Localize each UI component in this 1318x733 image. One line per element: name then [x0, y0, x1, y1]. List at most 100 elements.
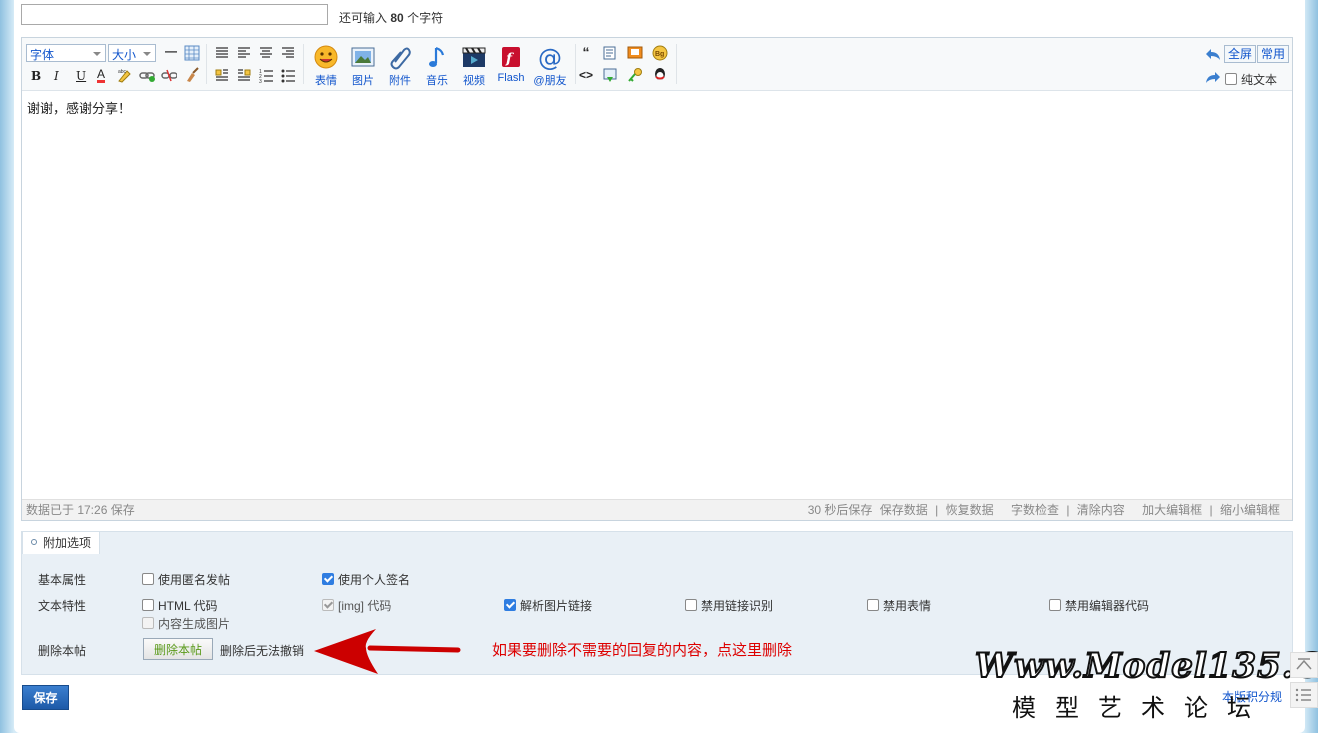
image-icon [351, 47, 375, 67]
clear-format-icon[interactable] [184, 67, 200, 83]
html-code-option[interactable]: HTML 代码 [142, 597, 218, 614]
common-mode-button[interactable]: 常用 [1257, 45, 1290, 63]
extra-options-tab-label: 附加选项 [43, 536, 92, 550]
attachment-label: 附件 [389, 75, 411, 87]
qq-icon[interactable] [652, 67, 668, 83]
code-button[interactable]: <> [579, 68, 593, 82]
html-code-label: HTML 代码 [158, 599, 218, 613]
plaintext-label: 纯文本 [1241, 73, 1278, 87]
at-icon: @ [538, 44, 562, 70]
font-size-select[interactable]: 大小 [108, 44, 156, 62]
italic-button[interactable]: I [54, 69, 59, 83]
char-remaining: 还可输入 80 个字符 [339, 11, 444, 25]
attachment-button[interactable]: 附件 [382, 44, 418, 88]
anonymous-option[interactable]: 使用匿名发帖 [142, 571, 230, 588]
align-left-icon[interactable] [236, 45, 252, 61]
img-code-label: [img] 代码 [338, 599, 392, 613]
back-to-top-button[interactable] [1290, 652, 1318, 678]
toolbar-separator [575, 44, 576, 84]
saved-status: 数据已于 17:26 保存 [26, 503, 135, 517]
align-right-icon[interactable] [280, 45, 296, 61]
align-justify-icon[interactable] [214, 45, 230, 61]
plaintext-toggle[interactable]: 纯文本 [1225, 71, 1277, 88]
disable-editor-code-label: 禁用编辑器代码 [1065, 599, 1150, 613]
slideshow-icon[interactable] [627, 45, 643, 61]
signature-label: 使用个人签名 [338, 573, 411, 587]
word-check-link[interactable]: 字数检查 [1011, 503, 1059, 517]
toolbar-separator [206, 44, 207, 84]
bold-button[interactable]: B [31, 69, 41, 83]
video-button[interactable]: 视频 [456, 44, 492, 88]
anonymous-label: 使用匿名发帖 [158, 573, 231, 587]
disable-smiley-label: 禁用表情 [883, 599, 932, 613]
statusbar-actions: 30 秒后保存 保存数据 | 恢复数据 字数检查 | 清除内容 加大编辑框 | … [804, 500, 1280, 520]
restore-data-link[interactable]: 恢复数据 [946, 503, 994, 517]
flash-label: Flash [497, 72, 525, 84]
clear-content-link[interactable]: 清除内容 [1077, 503, 1125, 517]
editor: 字体 大小 — B I U A abc 123 表情 图片 附件 音乐 视频 f… [21, 37, 1293, 521]
svg-text:Bg: Bg [655, 51, 664, 58]
float-right-icon[interactable] [236, 67, 252, 83]
font-family-select[interactable]: 字体 [26, 44, 106, 62]
basic-attributes-label: 基本属性 [38, 573, 87, 587]
redo-icon[interactable] [1205, 69, 1221, 85]
hide-content-icon[interactable] [602, 67, 618, 83]
html-code-checkbox[interactable] [142, 599, 154, 611]
list-icon [1295, 688, 1311, 702]
signature-checkbox[interactable] [322, 573, 334, 585]
password-key-icon[interactable] [627, 67, 643, 83]
music-label: 音乐 [426, 75, 448, 87]
table-icon[interactable] [184, 45, 200, 61]
unlink-icon[interactable] [161, 67, 177, 83]
disable-link-checkbox[interactable] [685, 599, 697, 611]
music-note-icon [429, 46, 445, 67]
mention-button[interactable]: @ @朋友 [530, 44, 570, 88]
smiley-button[interactable]: 表情 [308, 44, 344, 88]
image-label: 图片 [352, 75, 374, 87]
disable-editor-code-option[interactable]: 禁用编辑器代码 [1049, 597, 1149, 614]
subject-input[interactable] [21, 4, 328, 25]
delete-post-label: 删除本帖 [38, 644, 87, 658]
music-button[interactable]: 音乐 [419, 44, 455, 88]
tab-bullet-icon [31, 539, 37, 545]
anonymous-checkbox[interactable] [142, 573, 154, 585]
float-left-icon[interactable] [214, 67, 230, 83]
disable-smiley-option[interactable]: 禁用表情 [867, 597, 931, 614]
background-music-icon[interactable]: Bg [652, 45, 668, 61]
plaintext-checkbox[interactable] [1225, 73, 1237, 85]
disable-link-option[interactable]: 禁用链接识别 [685, 597, 773, 614]
enlarge-editor-link[interactable]: 加大编辑框 [1142, 503, 1202, 517]
ordered-list-icon[interactable]: 123 [258, 67, 274, 83]
flash-button[interactable]: f Flash [493, 44, 529, 84]
free-box-icon[interactable] [602, 45, 618, 61]
parse-image-link-checkbox[interactable] [504, 599, 516, 611]
highlight-icon[interactable]: abc [117, 67, 133, 83]
signature-option[interactable]: 使用个人签名 [322, 571, 410, 588]
fullscreen-button[interactable]: 全屏 [1224, 45, 1257, 63]
disable-smiley-checkbox[interactable] [867, 599, 879, 611]
font-color-button[interactable]: A [97, 68, 106, 83]
save-button[interactable]: 保存 [22, 685, 69, 710]
link-icon[interactable] [139, 67, 155, 83]
undo-icon[interactable] [1205, 46, 1221, 62]
annotation-text: 如果要删除不需要的回复的内容，点这里删除 [492, 642, 793, 659]
delete-post-button[interactable]: 删除本帖 [143, 638, 213, 660]
underline-button[interactable]: U [76, 69, 86, 83]
quote-button[interactable]: “ [580, 44, 592, 60]
separator: | [935, 503, 939, 517]
horizontal-rule-icon[interactable]: — [164, 44, 178, 58]
image-button[interactable]: 图片 [345, 44, 381, 88]
disable-editor-code-checkbox[interactable] [1049, 599, 1061, 611]
parse-image-link-option[interactable]: 解析图片链接 [504, 597, 592, 614]
save-data-link[interactable]: 保存数据 [880, 503, 928, 517]
unordered-list-icon[interactable] [280, 67, 296, 83]
return-list-button[interactable] [1290, 682, 1318, 708]
smiley-icon [314, 45, 338, 69]
editor-content[interactable]: 谢谢，感谢分享！ [27, 98, 131, 117]
img-code-option: [img] 代码 [322, 597, 391, 614]
extra-options-tab[interactable]: 附加选项 [22, 531, 101, 554]
generate-image-checkbox [142, 617, 154, 629]
autosave-countdown: 30 秒后保存 [807, 503, 873, 517]
shrink-editor-link[interactable]: 缩小编辑框 [1220, 503, 1280, 517]
align-center-icon[interactable] [258, 45, 274, 61]
